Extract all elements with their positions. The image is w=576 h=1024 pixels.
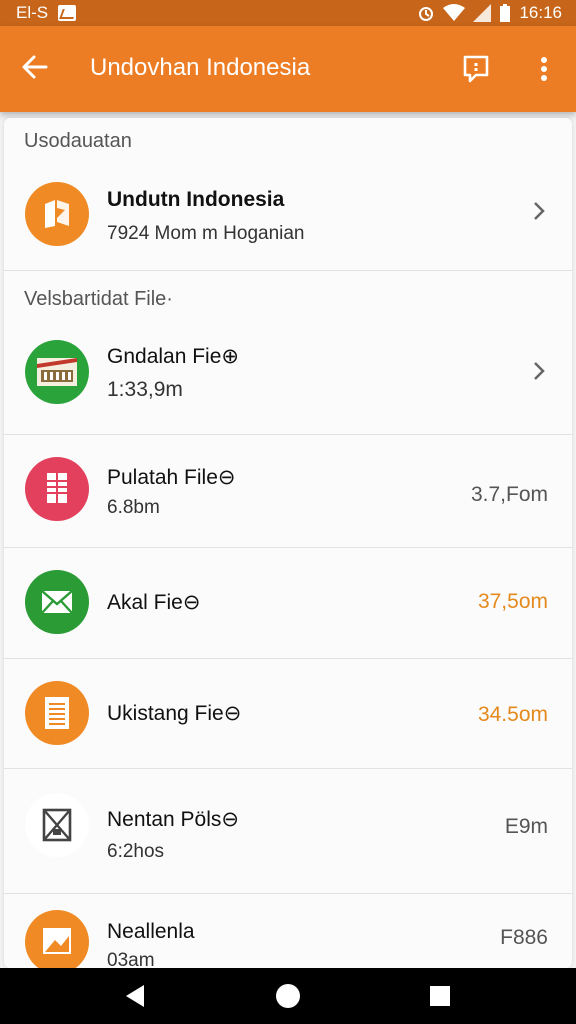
alarm-icon xyxy=(419,7,434,21)
image-icon xyxy=(25,340,89,404)
item-meta: 37,5om xyxy=(477,590,548,613)
more-vert-icon xyxy=(541,57,547,81)
folder-image-icon xyxy=(25,910,89,968)
item-sub: 7924 Mom m Hoganian xyxy=(107,223,305,244)
chevron-right-icon xyxy=(534,362,545,380)
nav-recents-button[interactable] xyxy=(426,982,454,1010)
nav-back-button[interactable] xyxy=(122,982,150,1010)
content-card: Usodauatan Undutn Indonesia 7924 Mom m H… xyxy=(4,118,572,968)
list-item-file-1[interactable]: Gndalan Fie⊕ 1:33,9m xyxy=(4,330,572,434)
section-title-1: Usodauatan xyxy=(24,130,132,152)
mail-icon xyxy=(25,570,89,634)
feedback-icon xyxy=(463,55,489,83)
more-options-button[interactable] xyxy=(530,54,558,84)
divider xyxy=(4,270,572,271)
status-time: 16:16 xyxy=(519,3,562,22)
list-item-downloads[interactable]: Undutn Indonesia 7924 Mom m Hoganian xyxy=(4,172,572,270)
app-bar: Undovhan Indonesia xyxy=(0,26,576,112)
list-item-file-2[interactable]: Pulatah File⊖ 6.8bm 3.7,Fom xyxy=(4,435,572,547)
list-item-file-6[interactable]: Neallenla 03am F886 xyxy=(4,894,572,968)
status-bar: El-S 16:16 xyxy=(0,0,576,26)
item-name: Nentan Pöls⊖ xyxy=(107,808,239,831)
spreadsheet-icon xyxy=(25,457,89,521)
page-title: Undovhan Indonesia xyxy=(90,54,311,81)
item-name: Ukistang Fie⊖ xyxy=(107,702,242,725)
back-button[interactable] xyxy=(20,52,54,86)
nav-home-button[interactable] xyxy=(274,982,302,1010)
item-name: Neallenla xyxy=(107,920,195,943)
back-triangle-icon xyxy=(126,985,144,1007)
chevron-right-icon xyxy=(534,202,545,220)
item-sub: 03am xyxy=(107,950,155,968)
status-left-text: El-S xyxy=(16,3,49,22)
item-name: Pulatah File⊖ xyxy=(107,466,236,489)
home-circle-icon xyxy=(276,984,300,1008)
item-meta: F886 xyxy=(500,926,548,949)
recents-square-icon xyxy=(430,986,450,1006)
list-item-file-4[interactable]: Ukistang Fie⊖ 34.5om xyxy=(4,659,572,769)
item-meta: 3.7,Fom xyxy=(470,483,548,506)
item-meta: 34.5om xyxy=(477,703,548,726)
item-sub: 6:2hos xyxy=(107,841,165,862)
list-item-file-3[interactable]: Akal Fie⊖ 37,5om xyxy=(4,548,572,658)
feedback-button[interactable] xyxy=(462,54,492,84)
item-sub: 6.8bm xyxy=(107,497,160,518)
broken-file-icon xyxy=(25,793,89,857)
item-sub: 1:33,9m xyxy=(107,378,183,401)
list-item-file-5[interactable]: Nentan Pöls⊖ 6:2hos E9m xyxy=(4,769,572,893)
signal-icon xyxy=(473,4,492,22)
wifi-icon xyxy=(443,4,466,21)
item-name: Akal Fie⊖ xyxy=(107,591,201,614)
item-meta: E9m xyxy=(504,815,548,838)
arrow-left-icon xyxy=(22,55,48,79)
document-icon xyxy=(25,681,89,745)
notification-app-icon xyxy=(58,5,77,21)
section-title-2: Velsbartidat File· xyxy=(24,288,173,310)
item-name: Undutn Indonesia xyxy=(107,188,285,211)
map-icon xyxy=(25,182,89,246)
system-nav-bar xyxy=(0,968,576,1024)
battery-icon xyxy=(500,4,511,22)
item-name: Gndalan Fie⊕ xyxy=(107,345,239,368)
